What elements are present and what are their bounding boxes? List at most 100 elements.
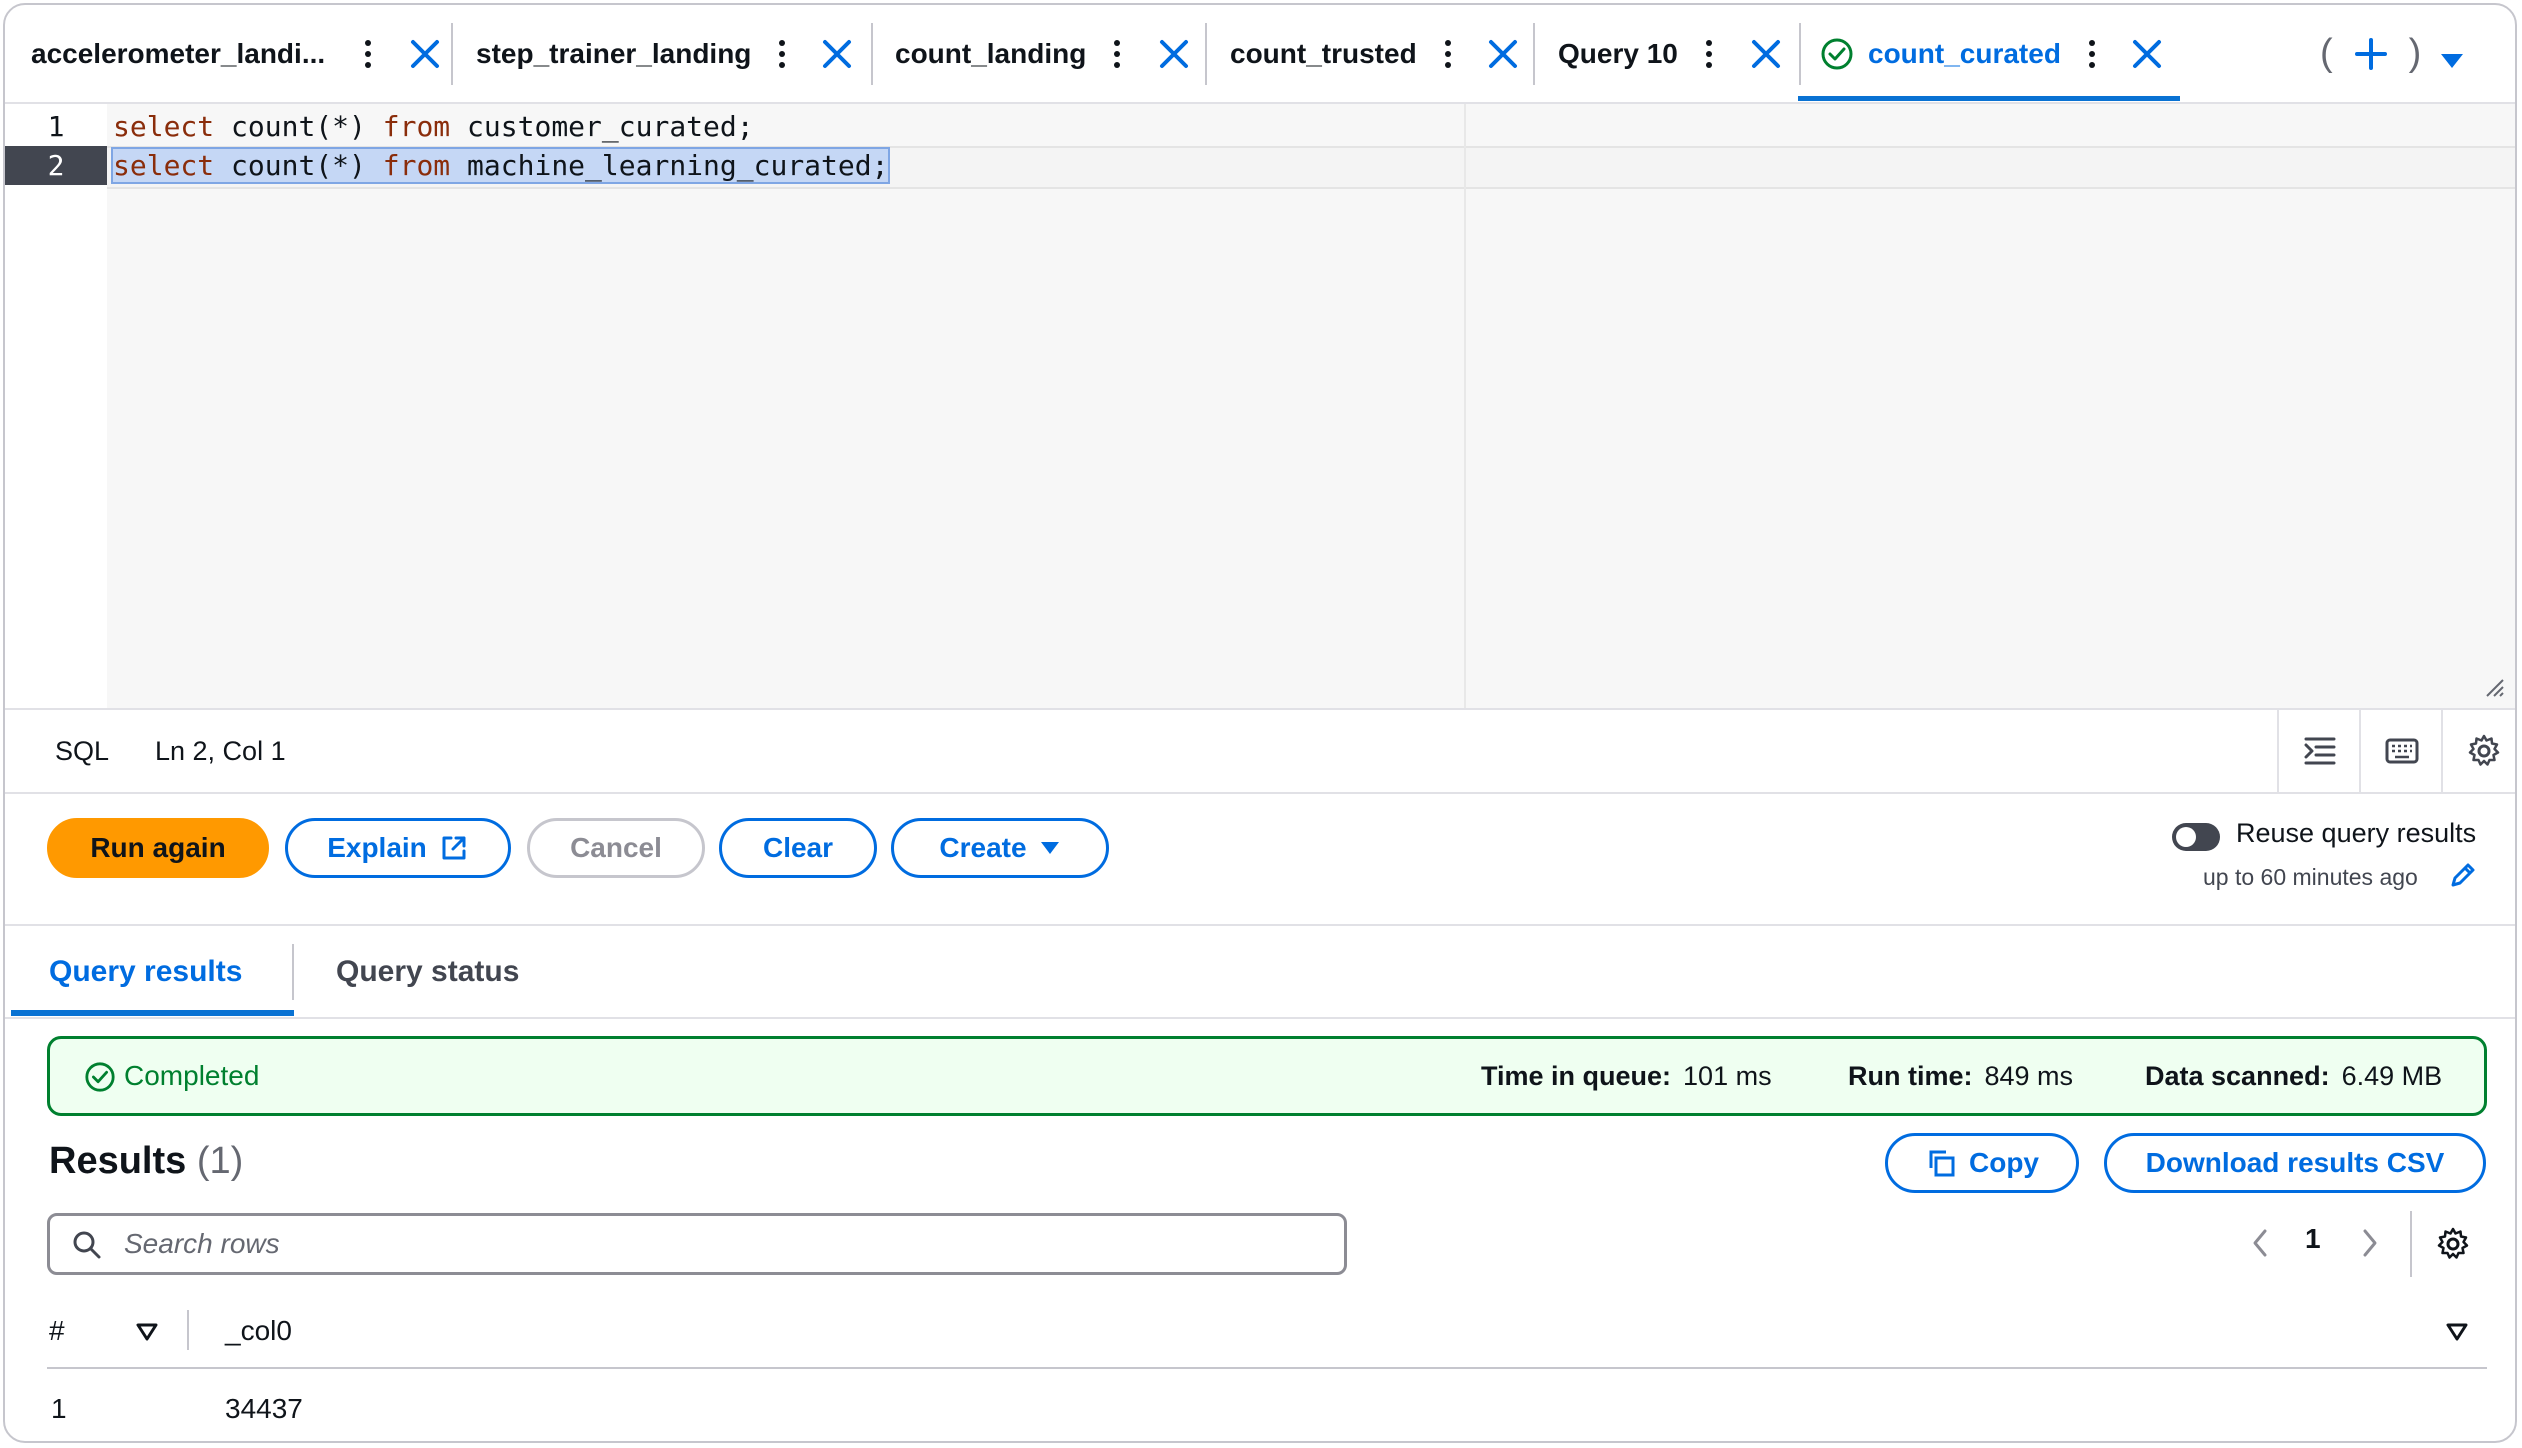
tab-more-icon[interactable] [1102,39,1132,68]
run-time: Run time: 849 ms [1848,1039,2073,1113]
tab-label: step_trainer_landing [476,37,752,69]
tab-close-icon[interactable] [1746,34,1786,74]
sql-keyword: from [382,149,451,182]
sql-keyword: select [113,110,215,143]
page-number[interactable]: 1 [2305,1223,2321,1255]
add-tab-icon[interactable] [2351,34,2391,74]
tab-more-icon[interactable] [1433,39,1463,68]
explain-button[interactable]: Explain [285,818,511,878]
search-icon [73,1231,101,1259]
query-actions: Run again Explain Cancel Clear Create Re… [5,792,2515,926]
cancel-button[interactable]: Cancel [527,818,705,878]
tab-divider [1799,23,1801,85]
tab-more-icon[interactable] [767,39,797,68]
table-settings-gear-icon[interactable] [2435,1226,2471,1262]
caret-down-icon [1040,842,1059,854]
resize-handle-icon[interactable] [2483,676,2505,698]
time-in-queue: Time in queue: 101 ms [1481,1039,1772,1113]
run-again-button[interactable]: Run again [47,818,269,878]
tab-close-icon[interactable] [2127,34,2167,74]
table-header-divider [47,1367,2487,1369]
clear-button[interactable]: Clear [719,818,877,878]
tab-actions: ( ) [2320,5,2465,102]
results-tab-bar: Query results Query status [5,926,2515,1019]
table-cell-index: 1 [51,1393,67,1424]
code-line-selected[interactable]: select count(*) from machine_learning_cu… [110,146,891,185]
query-editor-window: accelerometer_landi... step_trainer_land… [3,3,2517,1443]
tab-close-icon[interactable] [1483,34,1523,74]
line-number-active: 2 [5,146,107,185]
active-tab-indicator [1798,96,2180,101]
tab-query-status[interactable]: Query status [336,926,519,1017]
search-rows-input[interactable]: Search rows [47,1213,1347,1275]
chevron-left-icon[interactable] [2245,1223,2275,1263]
tab-label: Query 10 [1558,37,1678,69]
status-text: Completed [124,1060,260,1091]
tab-count-landing[interactable]: count_landing [895,5,1194,102]
query-tab-bar: accelerometer_landi... step_trainer_land… [5,5,2515,104]
metric-value: 101 ms [1683,1061,1772,1091]
edit-pencil-icon[interactable] [2448,860,2478,890]
tab-count-trusted[interactable]: count_trusted [1230,5,1523,102]
sort-caret-icon[interactable] [135,1321,159,1343]
tab-step-trainer-landing[interactable]: step_trainer_landing [476,5,857,102]
sql-editor[interactable]: 1 2 select count(*) from customer_curate… [5,104,2515,708]
metric-value: 849 ms [1984,1061,2074,1091]
settings-gear-icon[interactable] [2441,710,2515,792]
sort-caret-icon[interactable] [2445,1321,2469,1343]
explain-label: Explain [327,832,427,863]
tab-more-icon[interactable] [2077,39,2107,68]
external-link-icon [442,836,466,860]
data-scanned: Data scanned: 6.49 MB [2145,1039,2442,1113]
language-indicator: SQL [55,736,110,766]
sql-keyword: from [382,110,451,143]
tab-divider [451,23,453,85]
column-header-col0[interactable]: _col0 [225,1315,292,1347]
tab-query-results[interactable]: Query results [49,926,242,1017]
table-cell-col0: 34437 [225,1393,303,1424]
tab-close-icon[interactable] [1154,34,1194,74]
reuse-results-toggle[interactable] [2172,823,2220,851]
tab-accelerometer-landing[interactable]: accelerometer_landi... [31,5,445,102]
tab-divider [292,944,294,1000]
caret-down-icon[interactable] [2439,41,2465,68]
sql-keyword: select [113,149,215,182]
tab-label: count_trusted [1230,37,1417,69]
create-button[interactable]: Create [891,818,1109,878]
metric-label: Time in queue: [1481,1061,1672,1091]
code-line[interactable]: select count(*) from customer_curated; [113,107,754,146]
tab-count-curated[interactable]: count_curated [1820,5,2167,102]
tab-more-icon[interactable] [1694,39,1724,68]
tab-more-icon[interactable] [353,39,383,68]
keyboard-icon[interactable] [2359,710,2443,792]
editor-status-bar: SQL Ln 2, Col 1 [5,708,2515,794]
format-indent-icon[interactable] [2277,710,2361,792]
metric-label: Run time: [1848,1061,1973,1091]
metric-label: Data scanned: [2145,1061,2330,1091]
download-csv-button[interactable]: Download results CSV [2104,1133,2486,1193]
tab-label: count_curated [1868,37,2061,69]
line-gutter: 1 2 [5,104,107,708]
column-divider [187,1310,189,1350]
print-margin [1464,104,1466,708]
tab-close-icon[interactable] [817,34,857,74]
code-text: customer_curated; [450,110,754,143]
cursor-position: Ln 2, Col 1 [155,736,286,766]
selection: select count(*) from machine_learning_cu… [110,147,891,184]
results-heading: Results (1) [49,1140,243,1183]
tab-divider [871,23,873,85]
success-check-icon [85,1062,115,1092]
results-count: (1) [196,1140,244,1182]
results-title: Results [49,1140,187,1182]
reuse-results-label: Reuse query results [2236,818,2477,848]
copy-label: Copy [1969,1147,2039,1178]
tab-query-10[interactable]: Query 10 [1558,5,1786,102]
tab-close-icon[interactable] [405,34,445,74]
copy-button[interactable]: Copy [1885,1133,2079,1193]
tab-divider [1205,23,1207,85]
pager-divider [2410,1211,2412,1277]
column-header-index: # [49,1315,65,1346]
chevron-right-icon[interactable] [2355,1223,2385,1263]
code-text: count(*) [214,149,383,182]
reuse-results-duration: up to 60 minutes ago [2203,864,2418,890]
